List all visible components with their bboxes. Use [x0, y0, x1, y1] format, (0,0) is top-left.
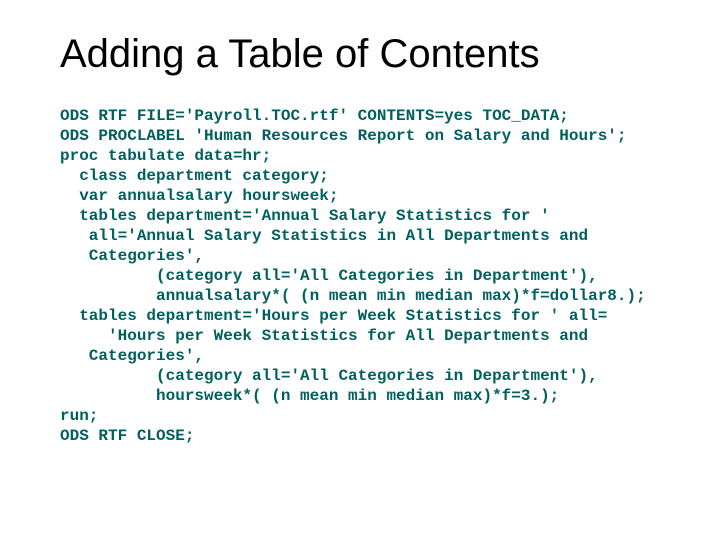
- code-block: ODS RTF FILE='Payroll.TOC.rtf' CONTENTS=…: [60, 106, 670, 446]
- slide: Adding a Table of Contents ODS RTF FILE=…: [0, 0, 720, 540]
- slide-title: Adding a Table of Contents: [60, 30, 670, 78]
